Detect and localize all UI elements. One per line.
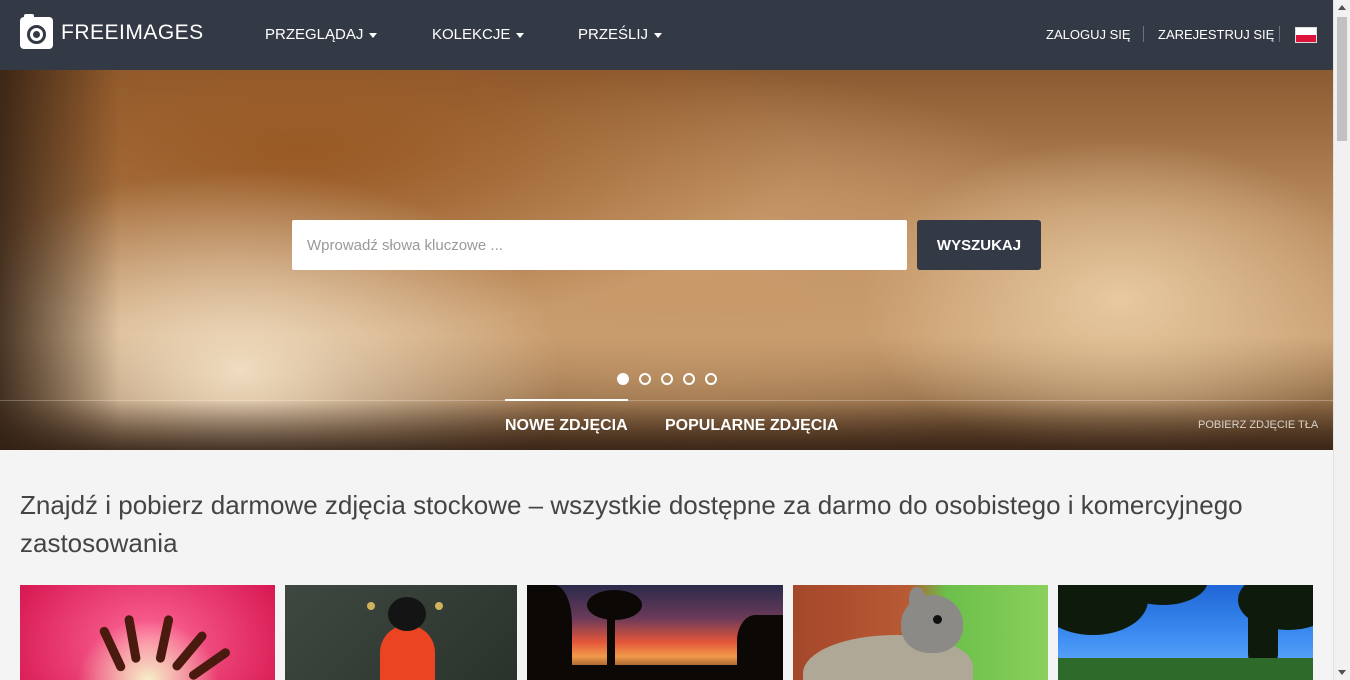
menu-browse[interactable]: PRZEGLĄDAJ: [265, 26, 378, 43]
tab-popular-photos[interactable]: POPULARNE ZDJĘCIA: [665, 417, 838, 435]
download-background-link[interactable]: POBIERZ ZDJĘCIE TŁA: [1198, 419, 1318, 431]
vertical-scrollbar[interactable]: [1333, 0, 1350, 680]
nav-divider: [1143, 26, 1144, 42]
menu-upload[interactable]: PRZEŚLIJ: [578, 26, 663, 43]
caret-down-icon: [369, 33, 378, 38]
black-swan-thumbnail[interactable]: [285, 585, 517, 680]
search-button[interactable]: WYSZUKAJ: [917, 220, 1041, 270]
slider-dot-3[interactable]: [661, 373, 673, 385]
login-link[interactable]: ZALOGUJ SIĘ: [1046, 27, 1131, 42]
slider-dot-1[interactable]: [617, 373, 629, 385]
top-navbar: FREEIMAGES PRZEGLĄDAJ KOLEKCJE PRZEŚLIJ …: [0, 0, 1333, 70]
hero-banner: WYSZUKAJ NOWE ZDJĘCIA POPULARNE ZDJĘCIA …: [0, 70, 1333, 450]
slider-dot-2[interactable]: [639, 373, 651, 385]
slider-dot-4[interactable]: [683, 373, 695, 385]
caret-down-icon: [654, 33, 663, 38]
scroll-down-icon[interactable]: [1338, 670, 1346, 675]
scroll-thumb[interactable]: [1337, 17, 1347, 141]
page-headline: Znajdź i pobierz darmowe zdjęcia stockow…: [20, 490, 1243, 558]
blue-sky-trees-thumbnail[interactable]: [1058, 585, 1313, 680]
menu-collections-label: KOLEKCJE: [432, 26, 511, 43]
camera-logo-icon: [20, 14, 53, 49]
flag-poland-icon[interactable]: [1295, 27, 1317, 43]
squirrel-thumbnail[interactable]: [793, 585, 1048, 680]
nav-divider: [1279, 26, 1280, 42]
menu-browse-label: PRZEGLĄDAJ: [265, 26, 364, 43]
hero-divider: [0, 400, 1333, 401]
slider-dot-5[interactable]: [705, 373, 717, 385]
sunset-trees-thumbnail[interactable]: [527, 585, 783, 680]
slider-dots: [617, 373, 717, 385]
caret-down-icon: [516, 33, 525, 38]
menu-collections[interactable]: KOLEKCJE: [432, 26, 525, 43]
logo-text: FREEIMAGES: [61, 21, 204, 44]
tab-new-photos[interactable]: NOWE ZDJĘCIA: [505, 399, 628, 435]
scroll-up-icon[interactable]: [1338, 5, 1346, 10]
menu-upload-label: PRZEŚLIJ: [578, 26, 649, 43]
search-input[interactable]: [292, 220, 907, 270]
logo[interactable]: FREEIMAGES: [20, 14, 204, 49]
register-link[interactable]: ZAREJESTRUJ SIĘ: [1158, 27, 1274, 42]
tulip-closeup-thumbnail[interactable]: [20, 585, 275, 680]
